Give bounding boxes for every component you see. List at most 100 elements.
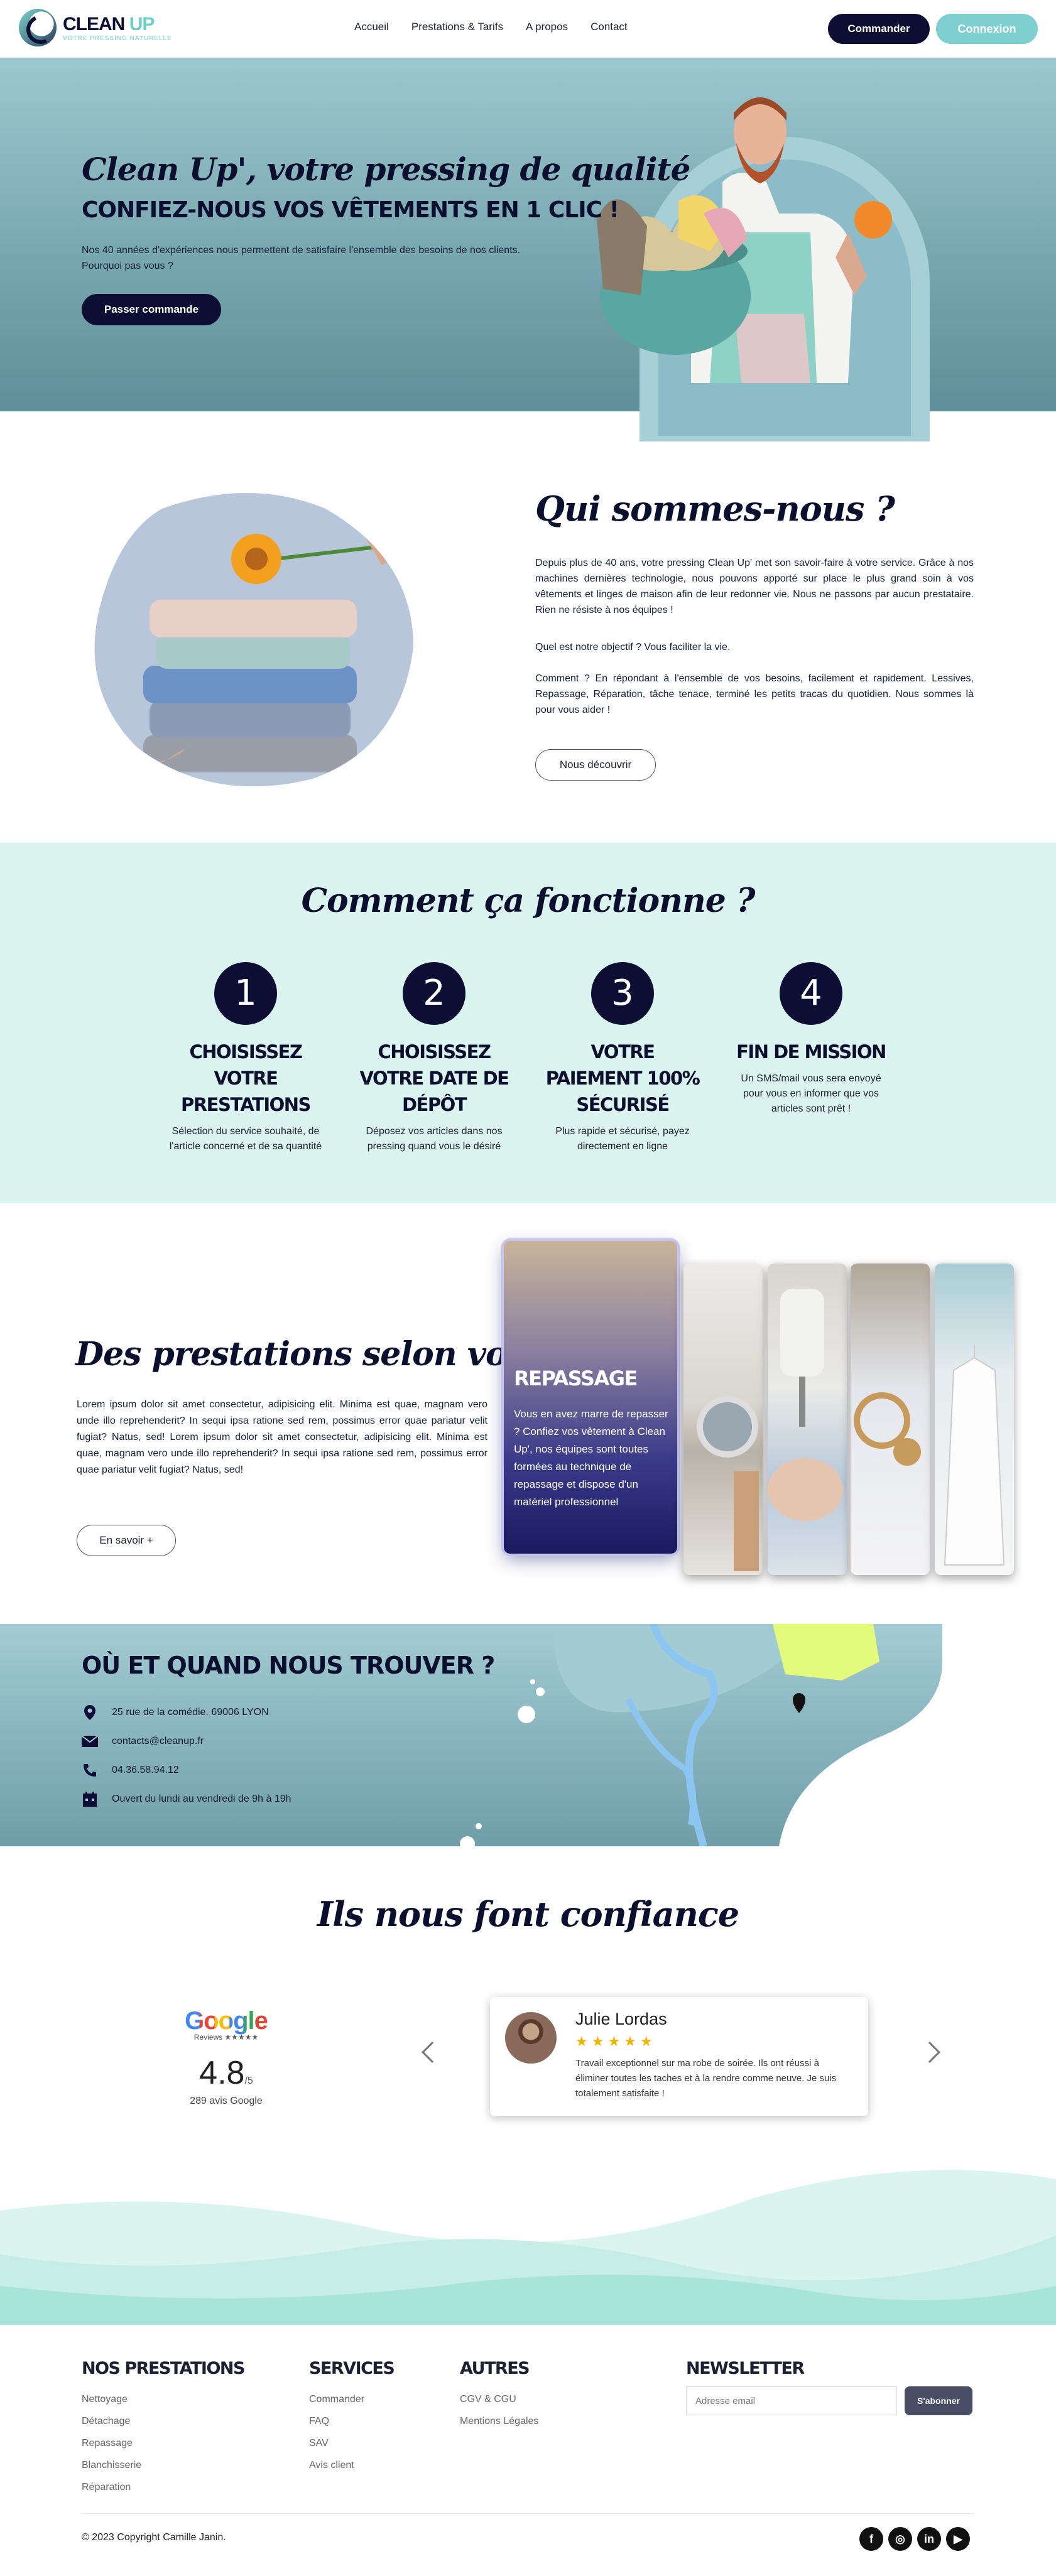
facebook-icon[interactable]: f bbox=[859, 2527, 883, 2551]
logo[interactable]: CLEAN UP VOTRE PRESSING NATURELLE bbox=[19, 9, 172, 46]
google-rating: Google Reviews ★★★★★ 4.8/5 289 avis Goog… bbox=[157, 2007, 295, 2107]
footer-link[interactable]: SAV bbox=[309, 2432, 394, 2454]
footer-link[interactable]: Détachage bbox=[82, 2410, 244, 2432]
about-paragraph-1: Depuis plus de 40 ans, votre pressing Cl… bbox=[535, 558, 974, 615]
service-card-chemise[interactable] bbox=[935, 1264, 1014, 1575]
footer-link[interactable]: Avis client bbox=[309, 2454, 394, 2476]
footer-heading: NEWSLETTER bbox=[686, 2359, 805, 2378]
review-text: Travail exceptionnel sur ma robe de soir… bbox=[575, 2058, 837, 2099]
step-text: Plus rapide et sécurisé, payez directeme… bbox=[555, 1126, 690, 1152]
email-text[interactable]: contacts@cleanup.fr bbox=[112, 1736, 204, 1747]
commander-button[interactable]: Commander bbox=[828, 14, 930, 44]
hero-person-image bbox=[597, 97, 892, 383]
hero-text: Nos 40 années d'expériences nous permett… bbox=[82, 245, 521, 271]
phone-text[interactable]: 04.36.58.94.12 bbox=[112, 1765, 179, 1776]
footer-divider bbox=[82, 2513, 974, 2514]
location-pin-icon bbox=[82, 1704, 98, 1721]
site-header: CLEAN UP VOTRE PRESSING NATURELLE Accuei… bbox=[0, 0, 1056, 58]
rating-value: 4.8/5 bbox=[199, 2055, 253, 2091]
footer-newsletter: NEWSLETTER bbox=[686, 2359, 805, 2388]
step-3: 3 VOTRE PAIEMENT 100% SÉCURISÉ Plus rapi… bbox=[544, 962, 701, 1154]
avatar bbox=[505, 2012, 557, 2064]
step-text: Déposez vos articles dans nos pressing q… bbox=[366, 1126, 503, 1152]
step-number: 4 bbox=[780, 962, 842, 1025]
step-number: 3 bbox=[591, 962, 654, 1025]
footer-prestations: NOS PRESTATIONS Nettoyage Détachage Repa… bbox=[82, 2359, 245, 2498]
copyright: © 2023 Copyright Camille Janin. bbox=[82, 2532, 226, 2543]
about-paragraph-3: Comment ? En répondant à l'ensemble de v… bbox=[535, 673, 974, 715]
about-paragraph-2: Quel est notre objectif ? Vous faciliter… bbox=[535, 642, 731, 652]
step-text: Sélection du service souhaité, de l'arti… bbox=[169, 1126, 322, 1152]
step-title: FIN DE MISSION bbox=[736, 1041, 886, 1063]
nav-prestations[interactable]: Prestations & Tarifs bbox=[411, 21, 503, 33]
hero-section: Clean Up', votre pressing de qualité CON… bbox=[0, 58, 1056, 441]
step-title: VOTRE PAIEMENT 100% SÉCURISÉ bbox=[545, 1041, 700, 1115]
footer-link[interactable]: Réparation bbox=[82, 2476, 244, 2498]
hero-subtitle: CONFIEZ-NOUS VOS VÊTEMENTS EN 1 CLIC ! bbox=[82, 197, 619, 223]
how-title: Comment ça fonctionne ? bbox=[301, 882, 756, 920]
footer-link[interactable]: Mentions Légales bbox=[460, 2410, 538, 2432]
service-card-repassage[interactable]: REPASSAGE Vous en avez marre de repasser… bbox=[504, 1241, 677, 1554]
step-number: 2 bbox=[403, 962, 465, 1025]
phone-icon bbox=[82, 1762, 98, 1778]
newsletter-email-input[interactable] bbox=[686, 2386, 897, 2415]
step-title: CHOISISSEZ VOTRE PRESTATIONS bbox=[181, 1041, 311, 1115]
youtube-icon[interactable]: ▶ bbox=[946, 2527, 970, 2551]
footer-services: SERVICES Commander FAQ SAV Avis client bbox=[309, 2359, 395, 2476]
hours-row: Ouvert du lundi au vendredi de 9h à 19h bbox=[82, 1791, 291, 1807]
footer-link[interactable]: Repassage bbox=[82, 2432, 244, 2454]
service-card-couture[interactable] bbox=[768, 1264, 847, 1575]
service-card-text: Vous en avez marre de repasser ? Confiez… bbox=[514, 1408, 668, 1508]
nav-accueil[interactable]: Accueil bbox=[354, 21, 389, 33]
en-savoir-plus-button[interactable]: En savoir + bbox=[77, 1525, 176, 1556]
reviews-title: Ils nous font confiance bbox=[317, 1894, 739, 1934]
review-count: 289 avis Google bbox=[190, 2096, 263, 2106]
passer-commande-button[interactable]: Passer commande bbox=[82, 294, 221, 325]
logo-icon bbox=[19, 9, 57, 46]
address-text: 25 rue de la comédie, 69006 LYON bbox=[112, 1707, 269, 1718]
step-title: CHOISISSEZ VOTRE DATE DE DÉPÔT bbox=[359, 1041, 509, 1115]
service-card-machine[interactable] bbox=[683, 1264, 763, 1575]
step-number: 1 bbox=[214, 962, 277, 1025]
connexion-button[interactable]: Connexion bbox=[936, 14, 1038, 44]
hours-text: Ouvert du lundi au vendredi de 9h à 19h bbox=[112, 1794, 291, 1804]
location-title: OÙ ET QUAND NOUS TROUVER ? bbox=[82, 1652, 495, 1679]
wave-decoration bbox=[0, 2170, 1056, 2325]
email-row: contacts@cleanup.fr bbox=[82, 1733, 204, 1750]
footer-link[interactable]: Commander bbox=[309, 2388, 394, 2410]
linkedin-icon[interactable]: in bbox=[917, 2527, 941, 2551]
social-links: f ◎ in ▶ bbox=[859, 2527, 970, 2551]
service-card-title: REPASSAGE bbox=[514, 1366, 638, 1390]
google-logo: Google bbox=[185, 2007, 268, 2035]
subscribe-button[interactable]: S'abonner bbox=[905, 2386, 972, 2415]
star-rating-icon: ★★★★★ bbox=[575, 2033, 656, 2049]
footer-heading: AUTRES bbox=[460, 2359, 530, 2378]
footer-link[interactable]: Nettoyage bbox=[82, 2388, 244, 2410]
step-2: 2 CHOISISSEZ VOTRE DATE DE DÉPÔT Déposez… bbox=[356, 962, 513, 1154]
google-reviews-label: Reviews ★★★★★ bbox=[193, 2033, 259, 2042]
step-text: Un SMS/mail vous sera envoyé pour vous e… bbox=[741, 1073, 881, 1114]
step-1: 1 CHOISISSEZ VOTRE PRESTATIONS Sélection… bbox=[167, 962, 324, 1154]
footer-link[interactable]: FAQ bbox=[309, 2410, 394, 2432]
logo-name: CLEAN UP bbox=[63, 13, 155, 35]
footer-link[interactable]: CGV & CGU bbox=[460, 2388, 538, 2410]
reviewer-name: Julie Lordas bbox=[575, 2010, 667, 2028]
footer-heading: NOS PRESTATIONS bbox=[82, 2359, 245, 2378]
logo-tagline: VOTRE PRESSING NATURELLE bbox=[63, 35, 172, 42]
review-card: Julie Lordas ★★★★★ Travail exceptionnel … bbox=[490, 1997, 868, 2116]
nav-apropos[interactable]: A propos bbox=[526, 21, 568, 33]
step-4: 4 FIN DE MISSION Un SMS/mail vous sera e… bbox=[732, 962, 890, 1117]
chevron-left-icon[interactable] bbox=[422, 2042, 443, 2063]
mail-icon bbox=[82, 1733, 98, 1750]
nav-contact[interactable]: Contact bbox=[591, 21, 628, 33]
hero-title: Clean Up', votre pressing de qualité bbox=[82, 151, 690, 188]
instagram-icon[interactable]: ◎ bbox=[888, 2527, 912, 2551]
footer-heading: SERVICES bbox=[309, 2359, 395, 2378]
footer-autres: AUTRES CGV & CGU Mentions Légales bbox=[460, 2359, 538, 2432]
services-text: Lorem ipsum dolor sit amet consectetur, … bbox=[77, 1399, 487, 1475]
footer-link[interactable]: Blanchisserie bbox=[82, 2454, 244, 2476]
service-card-detachage[interactable] bbox=[851, 1264, 930, 1575]
address-row: 25 rue de la comédie, 69006 LYON bbox=[82, 1704, 269, 1721]
nous-decouvrir-button[interactable]: Nous découvrir bbox=[535, 749, 656, 781]
chevron-right-icon[interactable] bbox=[919, 2042, 940, 2063]
